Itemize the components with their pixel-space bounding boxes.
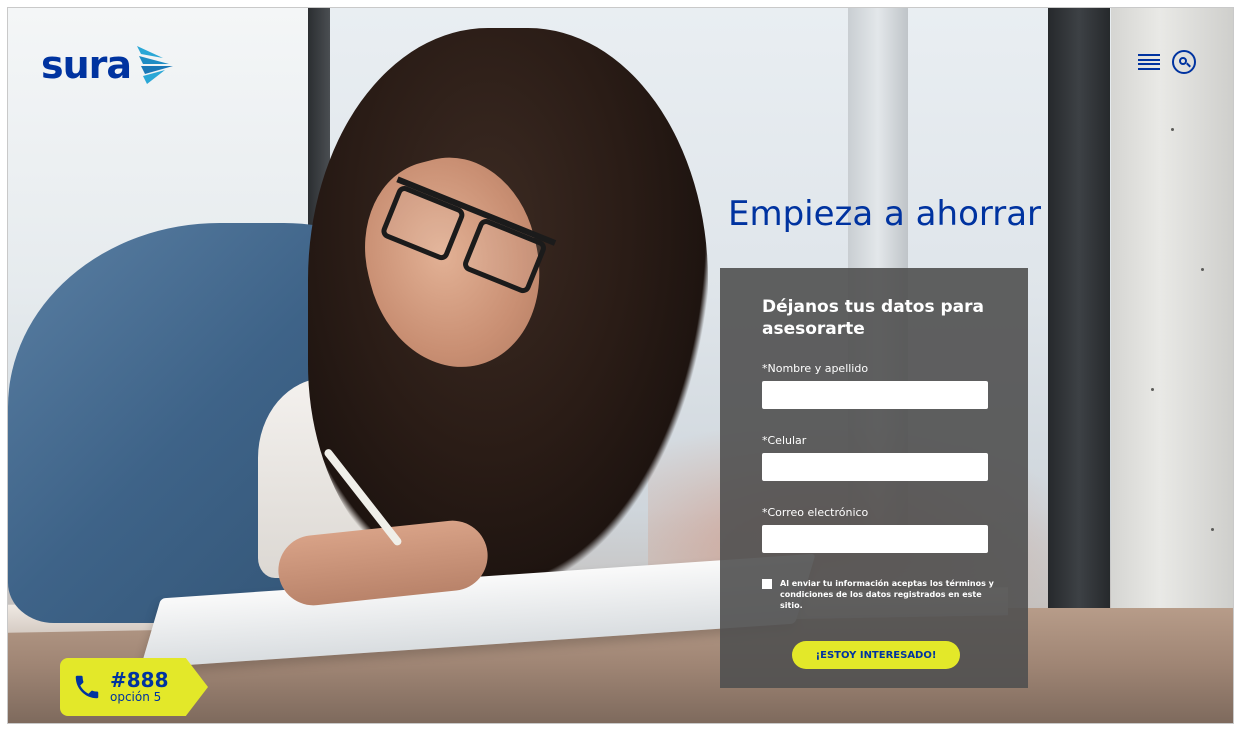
- search-icon[interactable]: [1172, 50, 1196, 74]
- name-field-label: *Nombre y apellido: [762, 362, 869, 375]
- phone-field-label: *Celular: [762, 434, 807, 447]
- logo-text: sura: [41, 43, 132, 87]
- form-title: Déjanos tus datos para asesorarte: [762, 297, 985, 339]
- wing-icon: [137, 46, 174, 84]
- submit-button[interactable]: ¡ESTOY INTERESADO!: [792, 641, 960, 669]
- background-photo: [8, 8, 1233, 723]
- hamburger-icon[interactable]: [1138, 54, 1160, 70]
- phone-icon: [75, 675, 99, 699]
- lead-form: Déjanos tus datos para asesorarte *Nombr…: [720, 268, 1028, 688]
- landing-page: sura Empieza a ahorrar Déjanos tus datos…: [7, 7, 1234, 724]
- hero-headline: Empieza a ahorrar: [728, 194, 1042, 234]
- email-field[interactable]: [762, 525, 988, 553]
- phone-badge[interactable]: #888 opción 5: [60, 658, 208, 716]
- terms-checkbox[interactable]: [762, 579, 772, 589]
- phone-number: #888: [110, 668, 169, 692]
- phone-field[interactable]: [762, 453, 988, 481]
- name-field[interactable]: [762, 381, 988, 409]
- terms-text: Al enviar tu información aceptas los tér…: [780, 579, 994, 610]
- sura-logo[interactable]: sura: [41, 42, 179, 88]
- header-actions: [1138, 50, 1196, 74]
- phone-option: opción 5: [110, 690, 162, 704]
- email-field-label: *Correo electrónico: [762, 506, 869, 519]
- terms-consent: Al enviar tu información aceptas los tér…: [762, 578, 1002, 611]
